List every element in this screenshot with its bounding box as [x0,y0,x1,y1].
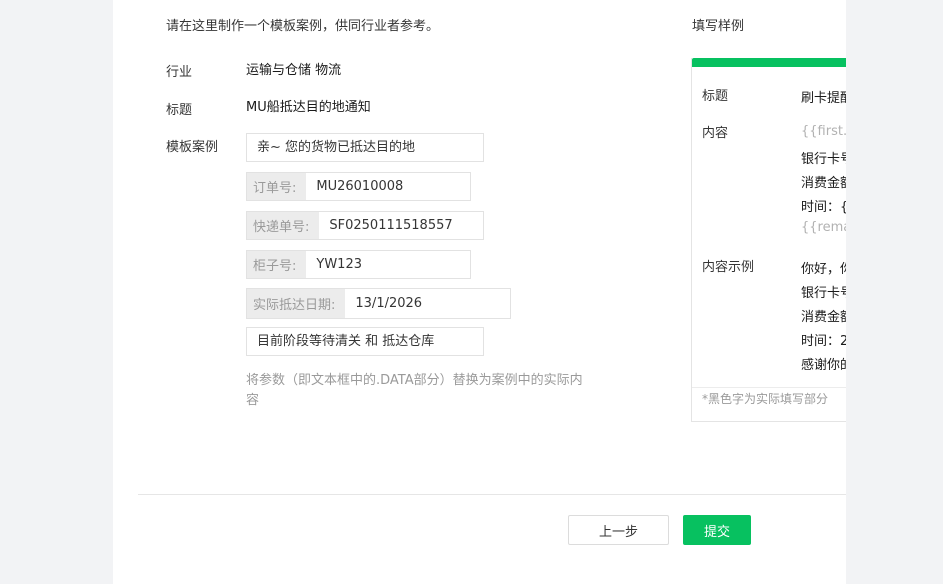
template-form-panel: 请在这里制作一个模板案例，供同行业者参考。 行业 运输与仓储 物流 标题 MU船… [113,0,846,584]
sample-divider [692,387,846,388]
sample-example-line: 银行卡号 [801,286,846,301]
industry-value: 运输与仓储 物流 [246,63,342,78]
sample-content-line: 时间：{ [801,200,846,215]
prev-step-button[interactable]: 上一步 [568,515,669,545]
param-order-number-input[interactable] [306,173,457,200]
sample-heading: 填写样例 [692,19,745,34]
sample-content-line: 消费金额 [801,176,846,191]
param-container-number-label: 柜子号: [247,251,307,278]
footer-divider [138,494,846,495]
page-background-left [0,0,113,584]
sample-example-line: 感谢你的 [801,358,846,373]
template-label: 模板案例 [166,140,219,155]
param-arrival-date-input[interactable] [345,289,496,318]
param-order-number: 订单号: [246,172,471,201]
sample-accent-bar [692,58,846,67]
sample-content-label: 内容 [702,126,729,141]
sample-card: 标题 刷卡提醒 内容 {{first.DA 银行卡号 消费金额 时间：{ {{r… [691,58,846,422]
sample-content-line: {{remark [801,220,846,235]
sample-title-value: 刷卡提醒 [801,91,846,106]
sample-title-label: 标题 [702,89,729,104]
sample-example-line: 时间：2 [801,334,846,349]
submit-button[interactable]: 提交 [683,515,751,545]
param-arrival-date-label: 实际抵达日期: [247,289,346,318]
intro-text: 请在这里制作一个模板案例，供同行业者参考。 [166,19,440,34]
template-first-line: 亲~ 您的货物已抵达目的地 [246,133,484,162]
param-order-number-label: 订单号: [247,173,307,200]
template-remark-line: 目前阶段等待清关 和 抵达仓库 [246,327,484,356]
sample-example-label: 内容示例 [702,260,755,275]
sample-content-line: 银行卡号 [801,152,846,167]
page-background-right [846,0,943,584]
sample-example-line: 你好，你 [801,262,846,277]
param-express-number-input[interactable] [319,212,468,239]
param-container-number: 柜子号: [246,250,471,279]
sample-example-line: 消费金额 [801,310,846,325]
title-value: MU船抵达目的地通知 [246,100,371,115]
title-label: 标题 [166,103,193,118]
param-arrival-date: 实际抵达日期: [246,288,511,319]
hint-text: 将参数（即文本框中的.DATA部分）替换为案例中的实际内容 [246,373,583,408]
sample-note: *黑色字为实际填写部分 [702,392,829,406]
sample-content-line: {{first.DA [801,124,846,139]
param-express-number: 快递单号: [246,211,484,240]
industry-label: 行业 [166,65,193,80]
param-container-number-input[interactable] [306,251,457,278]
param-express-number-label: 快递单号: [247,212,320,239]
